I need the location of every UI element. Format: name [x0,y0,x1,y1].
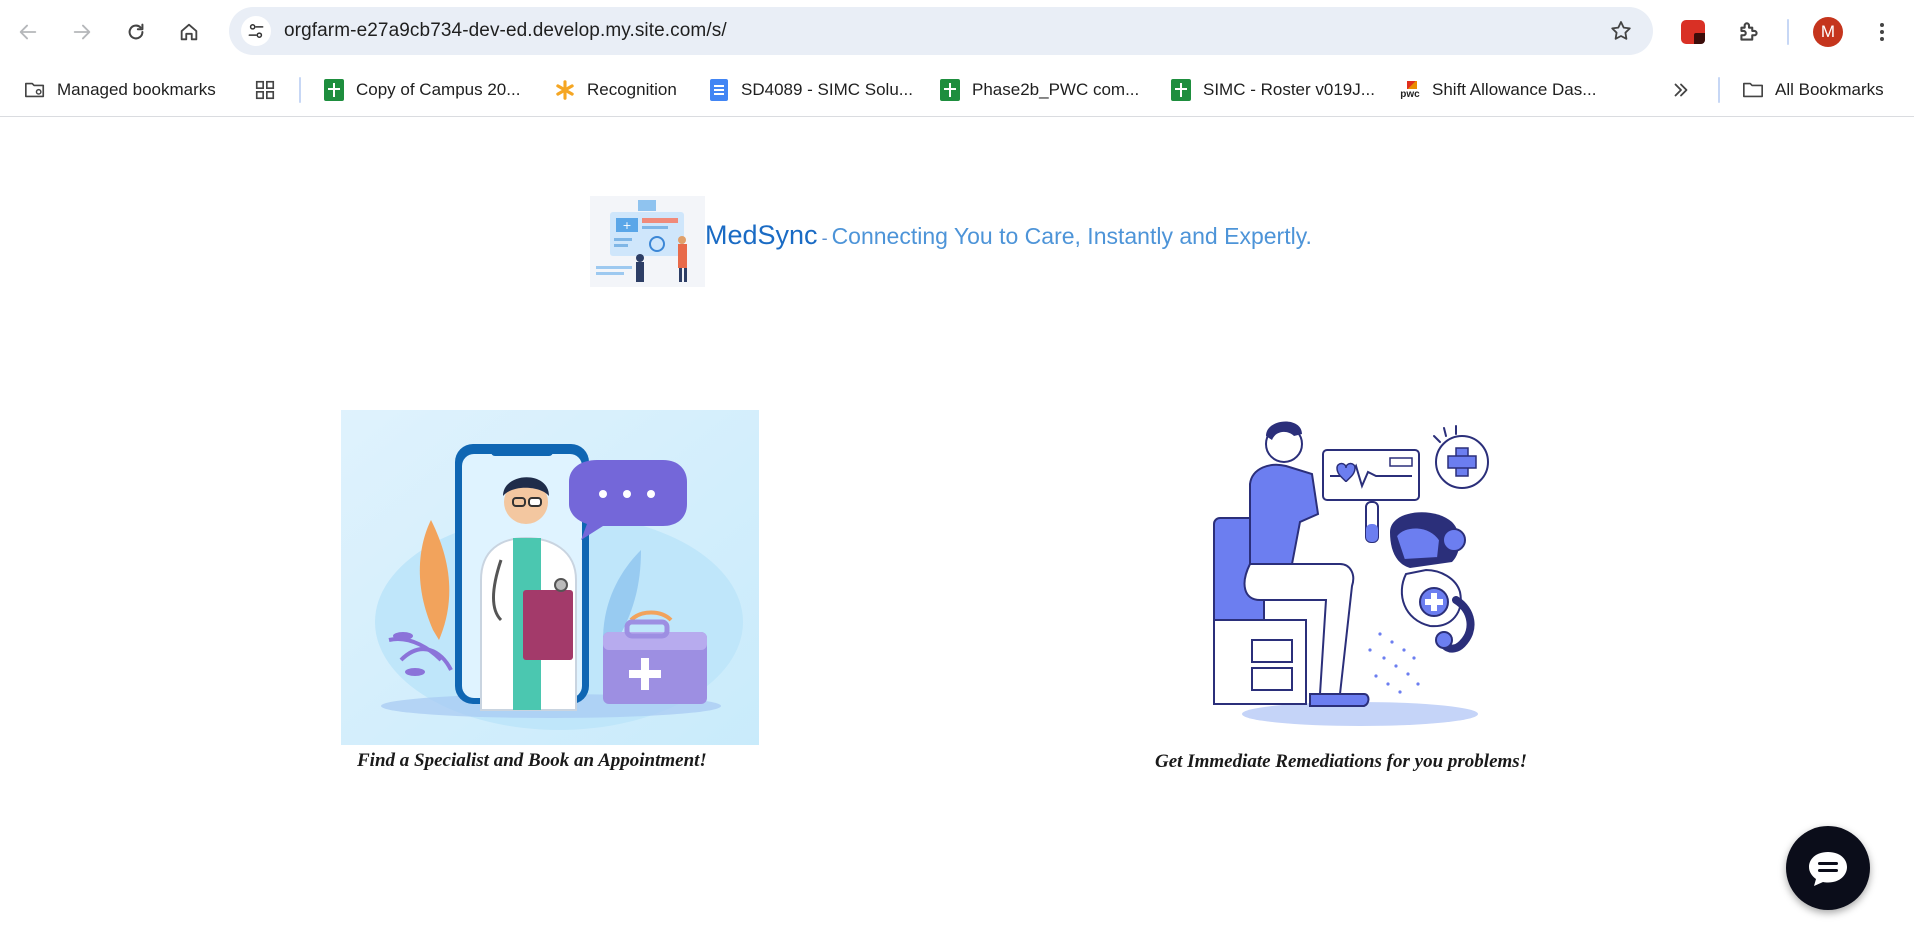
bookmarks-bar: Managed bookmarks Copy of Campus 20... R… [0,63,1914,117]
bookmark-simc-roster[interactable]: SIMC - Roster v019J... [1170,75,1375,105]
bookmark-recognition[interactable]: Recognition [554,75,677,105]
more-vertical-icon [1880,23,1884,41]
browser-toolbar: orgfarm-e27a9cb734-dev-ed.develop.my.sit… [0,0,1914,63]
apps-grid-icon [254,79,276,101]
profile-button[interactable]: M [1810,14,1846,50]
brand-separator: - [821,228,828,248]
patient-robot-illustration [1213,421,1489,726]
bookmark-label: Phase2b_PWC com... [972,80,1140,99]
pwc-icon: pwc [1399,79,1421,101]
bookmark-label: All Bookmarks [1775,80,1884,99]
bookmark-sd4089[interactable]: SD4089 - SIMC Solu... [708,75,913,105]
reload-button[interactable] [116,12,156,52]
arrow-right-icon [73,24,91,40]
address-bar[interactable]: orgfarm-e27a9cb734-dev-ed.develop.my.sit… [229,7,1653,55]
sheets-icon [939,79,961,101]
brand-tagline: Connecting You to Care, Instantly and Ex… [831,223,1312,249]
sheets-icon [1170,79,1192,101]
bookmark-label: Recognition [587,80,677,99]
puzzle-icon [1740,22,1758,41]
more-bookmarks-button[interactable] [1670,75,1703,105]
brand-header: + MedSync - Connecting You to Care, Instan… [590,196,1312,287]
find-specialist-card[interactable] [341,410,759,745]
extension-red-icon [1681,20,1705,44]
bookmarks-divider [299,77,301,103]
managed-folder-icon [24,79,46,101]
tune-icon [248,24,264,39]
find-specialist-caption[interactable]: Find a Specialist and Book an Appointmen… [357,750,707,772]
bookmark-shift-allowance[interactable]: pwc Shift Allowance Das... [1399,75,1596,105]
reload-icon [128,23,144,40]
bookmark-label: SD4089 - SIMC Solu... [741,80,913,99]
arrow-left-icon [19,24,37,40]
bookmark-label: Managed bookmarks [57,80,216,99]
bookmark-label: Shift Allowance Das... [1432,80,1597,99]
chat-bubble-icon [1809,852,1847,886]
site-info-button[interactable] [241,16,271,46]
remediation-caption[interactable]: Get Immediate Remediations for you probl… [1155,751,1527,773]
brand-name: MedSync [705,220,818,250]
apps-button[interactable] [254,75,287,105]
immediate-remediation-card[interactable] [1200,414,1520,744]
chat-button[interactable] [1786,826,1870,910]
bookmark-managed[interactable]: Managed bookmarks [24,75,216,105]
brand-logo-image: + [590,196,705,287]
bookmark-star-icon[interactable] [1609,19,1633,43]
menu-button[interactable] [1864,14,1900,50]
sheets-icon [323,79,345,101]
bookmark-label: SIMC - Roster v019J... [1203,80,1375,99]
folder-icon [1742,79,1764,101]
forward-button[interactable] [62,12,102,52]
bookmark-label: Copy of Campus 20... [356,80,521,99]
all-bookmarks-button[interactable]: All Bookmarks [1742,75,1884,105]
bookmark-copy-of-campus[interactable]: Copy of Campus 20... [323,75,520,105]
extensions-button[interactable] [1731,14,1767,50]
extension-red-button[interactable] [1675,14,1711,50]
bookmarks-divider [1718,77,1720,103]
url-text[interactable]: orgfarm-e27a9cb734-dev-ed.develop.my.sit… [284,7,727,55]
svg-text:+: + [622,219,631,232]
home-icon [180,23,198,41]
bookmark-phase2b[interactable]: Phase2b_PWC com... [939,75,1139,105]
chevron-double-right-icon [1670,79,1692,101]
avatar: M [1813,17,1843,47]
toolbar-divider [1787,19,1789,45]
brand-text: MedSync - Connecting You to Care, Instantl… [705,196,1312,251]
docs-icon [708,79,730,101]
asterisk-icon [554,79,576,101]
doctor-phone-illustration [341,410,759,745]
page-content: + MedSync - Connecting You to Care, Instan… [0,118,1914,937]
back-button[interactable] [8,12,48,52]
home-button[interactable] [169,12,209,52]
